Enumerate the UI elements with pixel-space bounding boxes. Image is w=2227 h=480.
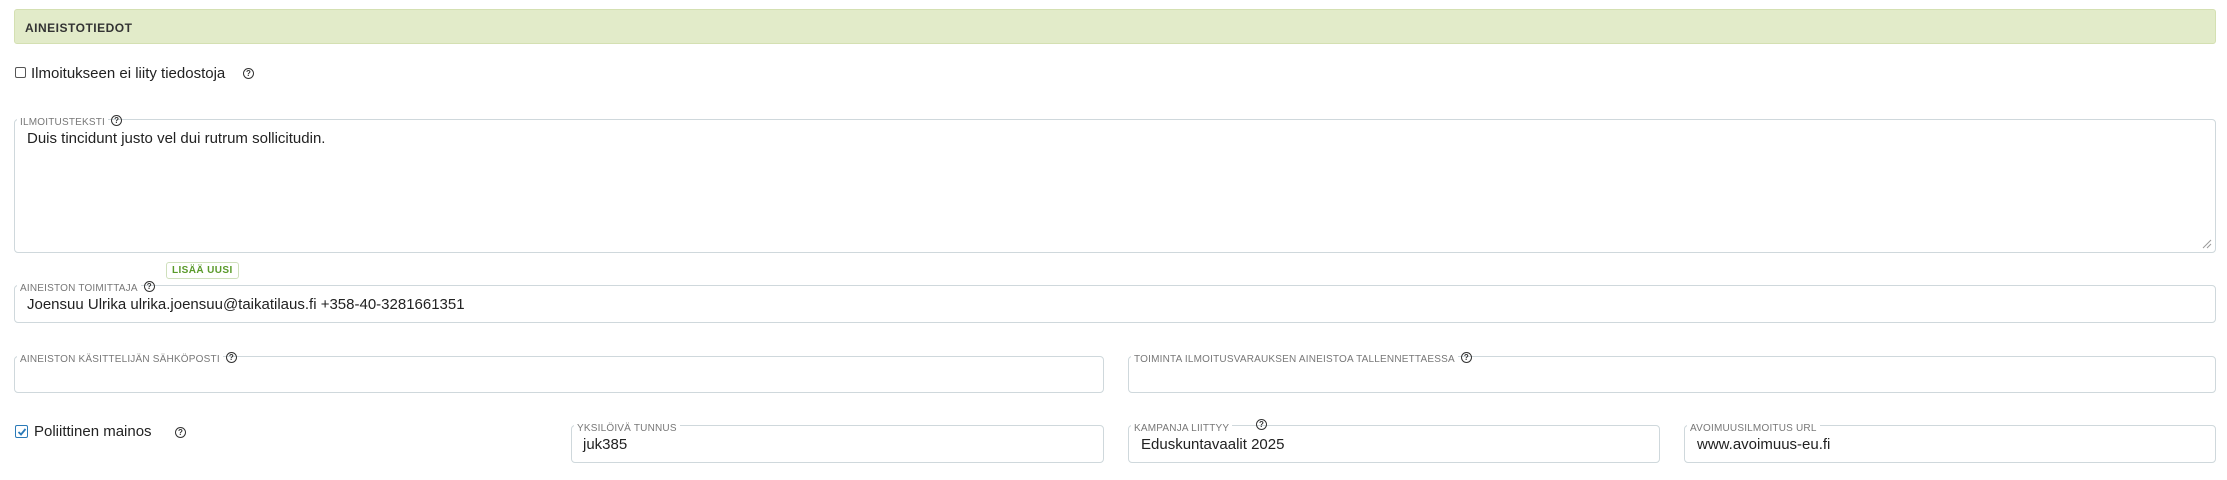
transparency-url-label: AVOIMUUSILMOITUS URL [1687, 423, 1820, 434]
campaign-help-icon[interactable]: ? [1256, 419, 1267, 430]
ad-text-label-wrap: ILMOITUSTEKSTI? [17, 112, 123, 130]
transparency-url-value: www.avoimuus-eu.fi [1697, 436, 1831, 453]
handler-email-label-wrap: AINEISTON KÄSITTELIJÄN SÄHKÖPOSTI? [17, 349, 237, 367]
supplier-label-wrap: AINEISTON TOIMITTAJA? [17, 278, 155, 296]
ad-text-help-icon[interactable]: ? [111, 115, 123, 127]
unique-id-label: YKSILÖIVÄ TUNNUS [574, 423, 680, 434]
section-header: AINEISTOTIEDOT [14, 9, 2216, 44]
save-action-label-wrap: TOIMINTA ILMOITUSVARAUKSEN AINEISTOA TAL… [1131, 349, 1472, 367]
section-title: AINEISTOTIEDOT [25, 21, 133, 35]
political-ad-checkbox[interactable] [15, 425, 28, 438]
ad-text-label: ILMOITUSTEKSTI [17, 117, 109, 128]
unique-id-value: juk385 [583, 436, 628, 453]
supplier-select[interactable]: Joensuu Ulrika ulrika.joensuu@taikatilau… [14, 285, 2216, 323]
add-new-supplier-button[interactable]: LISÄÄ UUSI [166, 262, 239, 279]
supplier-help-icon[interactable]: ? [143, 281, 155, 293]
resize-grip-icon[interactable] [2202, 239, 2212, 249]
checkmark-icon [17, 428, 27, 436]
political-ad-help-icon[interactable]: ? [175, 427, 186, 438]
no-files-label: Ilmoitukseen ei liity tiedostoja [31, 65, 226, 82]
political-ad-label: Poliittinen mainos [34, 423, 152, 440]
handler-email-label: AINEISTON KÄSITTELIJÄN SÄHKÖPOSTI [17, 354, 223, 365]
ad-text-value: Duis tincidunt justo vel dui rutrum soll… [27, 130, 326, 147]
campaign-label-wrap: KAMPANJA LIITTYY [1131, 418, 1233, 436]
unique-id-label-wrap: YKSILÖIVÄ TUNNUS [574, 418, 680, 436]
save-action-help-icon[interactable]: ? [1460, 352, 1472, 364]
transparency-url-label-wrap: AVOIMUUSILMOITUS URL [1687, 418, 1820, 436]
supplier-label: AINEISTON TOIMITTAJA [17, 283, 141, 294]
no-files-help-icon[interactable]: ? [243, 68, 254, 79]
campaign-value: Eduskuntavaalit 2025 [1141, 436, 1285, 453]
handler-email-help-icon[interactable]: ? [225, 352, 237, 364]
ad-text-textarea[interactable]: Duis tincidunt justo vel dui rutrum soll… [14, 119, 2216, 253]
campaign-label: KAMPANJA LIITTYY [1131, 423, 1233, 434]
supplier-value: Joensuu Ulrika ulrika.joensuu@taikatilau… [27, 296, 465, 313]
save-action-label: TOIMINTA ILMOITUSVARAUKSEN AINEISTOA TAL… [1131, 354, 1458, 365]
no-files-checkbox[interactable] [15, 67, 26, 78]
